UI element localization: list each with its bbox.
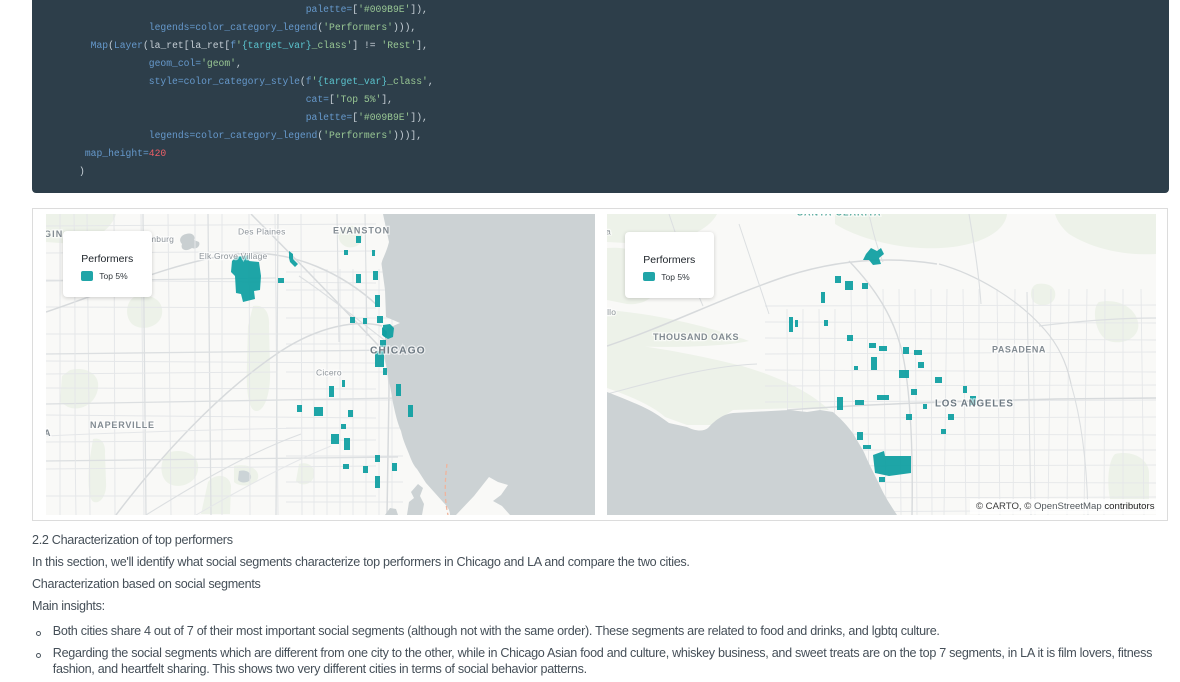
svg-text:mburg: mburg bbox=[149, 234, 174, 244]
svg-text:LOS ANGELES: LOS ANGELES bbox=[935, 399, 1014, 410]
svg-text:NAPERVILLE: NAPERVILLE bbox=[90, 420, 155, 430]
svg-text:a: a bbox=[607, 227, 611, 237]
svg-text:Cicero: Cicero bbox=[316, 368, 342, 378]
svg-text:THOUSAND OAKS: THOUSAND OAKS bbox=[653, 332, 739, 342]
svg-text:Elk Grove Village: Elk Grove Village bbox=[199, 251, 268, 261]
svg-text:SANTA CLARITA: SANTA CLARITA bbox=[797, 214, 881, 218]
svg-text:GIN: GIN bbox=[46, 229, 63, 239]
svg-text:illo: illo bbox=[607, 307, 616, 317]
svg-text:CHICAGO: CHICAGO bbox=[370, 346, 426, 357]
svg-text:PASADENA: PASADENA bbox=[992, 345, 1046, 355]
svg-text:A: A bbox=[46, 428, 52, 438]
svg-text:EVANSTON: EVANSTON bbox=[333, 226, 390, 236]
svg-text:Des Plaines: Des Plaines bbox=[238, 227, 286, 237]
